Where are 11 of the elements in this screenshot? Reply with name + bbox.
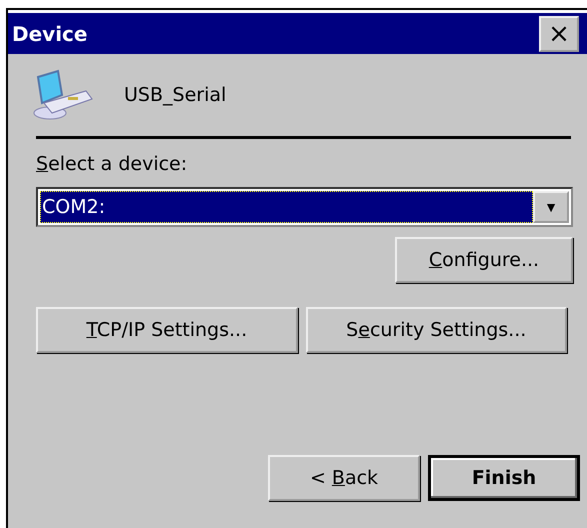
window-title: Device (12, 22, 88, 46)
dropdown-arrow-button[interactable]: ▼ (533, 191, 569, 223)
select-label: Select a device: (36, 153, 188, 177)
configure-button[interactable]: Configure... (395, 237, 573, 283)
device-name: USB_Serial (124, 84, 226, 106)
device-dropdown[interactable]: COM2: ▼ (36, 187, 573, 227)
finish-button[interactable]: Finish (428, 455, 580, 501)
settings-button[interactable]: TCP/IP Settings... (36, 307, 298, 353)
back-button[interactable]: < Back (268, 455, 420, 501)
settings-button[interactable]: Security Settings... (306, 307, 567, 353)
close-button[interactable]: × (539, 16, 579, 52)
